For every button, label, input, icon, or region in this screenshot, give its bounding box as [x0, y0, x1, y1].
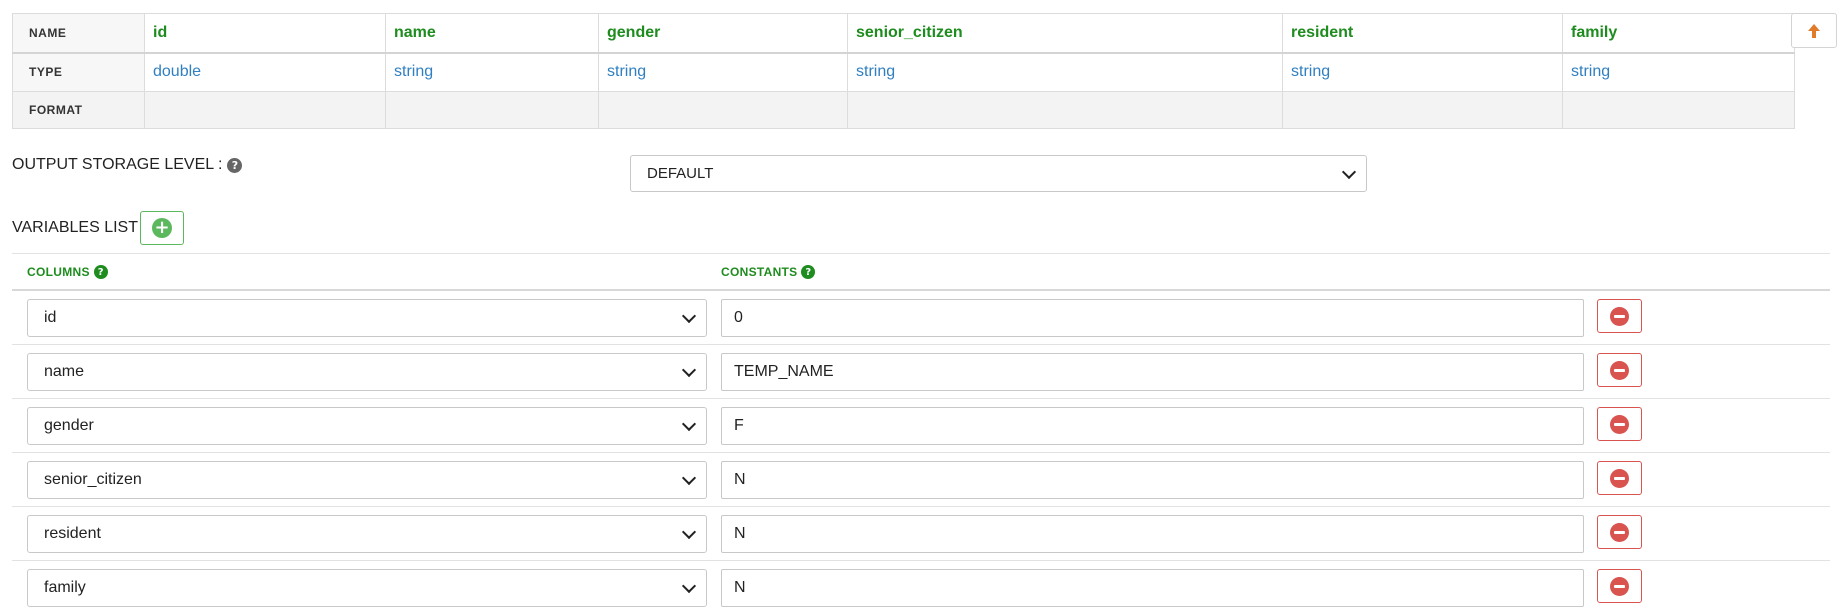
schema-column-format[interactable] — [1282, 91, 1563, 129]
schema-column-type: string — [598, 52, 848, 92]
schema-column-format[interactable] — [1562, 91, 1795, 129]
schema-column-format[interactable] — [847, 91, 1283, 129]
help-icon[interactable]: ? — [801, 265, 816, 279]
constant-input[interactable]: N — [721, 461, 1584, 499]
minus-circle-icon — [1610, 468, 1629, 488]
schema-column-format[interactable] — [598, 91, 848, 129]
remove-variable-button[interactable] — [1597, 461, 1642, 495]
scroll-top-button[interactable] — [1791, 13, 1837, 48]
schema-column-name: gender — [598, 13, 848, 54]
schema-column-type: string — [1562, 52, 1795, 92]
variables-table: COLUMNS ? CONSTANTS ? id 0 name TEMP_NAM… — [12, 253, 1830, 615]
remove-variable-button[interactable] — [1597, 569, 1642, 603]
column-select-value: senior_citizen — [44, 471, 142, 488]
column-select-value: resident — [44, 525, 101, 542]
chevron-down-icon — [1341, 164, 1357, 179]
chevron-down-icon — [681, 362, 697, 378]
chevron-down-icon — [681, 470, 697, 486]
remove-variable-button[interactable] — [1597, 407, 1642, 441]
variable-row: family N — [12, 561, 1830, 615]
constant-input[interactable]: TEMP_NAME — [721, 353, 1584, 391]
variables-table-header: COLUMNS ? CONSTANTS ? — [12, 253, 1830, 291]
schema-column-name: id — [144, 13, 386, 54]
minus-circle-icon — [1610, 306, 1629, 326]
remove-variable-button[interactable] — [1597, 515, 1642, 549]
storage-level-label: OUTPUT STORAGE LEVEL : ? — [12, 156, 243, 174]
columns-header-text: COLUMNS — [27, 265, 90, 279]
arrow-up-icon — [1808, 23, 1820, 38]
column-select[interactable]: gender — [27, 407, 707, 445]
storage-level-text: OUTPUT STORAGE LEVEL : — [12, 156, 223, 173]
schema-column-type: double — [144, 52, 386, 92]
schema-column-format[interactable] — [144, 91, 386, 129]
add-variable-button[interactable]: + — [140, 211, 184, 245]
variable-row: gender F — [12, 399, 1830, 453]
column-select-value: name — [44, 363, 85, 380]
columns-header: COLUMNS ? — [27, 265, 108, 279]
constant-input[interactable]: N — [721, 515, 1584, 553]
schema-column-name: family — [1562, 13, 1795, 54]
schema-format-label: FORMAT — [12, 91, 145, 129]
chevron-down-icon — [681, 416, 697, 432]
schema-column-type: string — [385, 52, 599, 92]
constant-input[interactable]: F — [721, 407, 1584, 445]
constants-header-text: CONSTANTS — [721, 265, 798, 279]
storage-level-value: DEFAULT — [647, 165, 714, 182]
schema-table: NAME id name gender senior_citizen resid… — [12, 13, 1795, 129]
chevron-down-icon — [681, 578, 697, 594]
chevron-down-icon — [681, 524, 697, 540]
minus-circle-icon — [1610, 522, 1629, 542]
schema-format-row: FORMAT — [12, 91, 1795, 129]
help-icon[interactable]: ? — [93, 265, 108, 279]
schema-name-row: NAME id name gender senior_citizen resid… — [12, 13, 1795, 54]
column-select[interactable]: name — [27, 353, 707, 391]
schema-column-name: name — [385, 13, 599, 54]
column-select-value: id — [44, 309, 57, 326]
plus-circle-icon: + — [152, 218, 172, 238]
schema-column-type: string — [1282, 52, 1563, 92]
variables-list-label: VARIABLES LIST : — [12, 219, 147, 236]
constant-input[interactable]: 0 — [721, 299, 1584, 337]
schema-column-name: senior_citizen — [847, 13, 1283, 54]
help-icon[interactable]: ? — [227, 157, 243, 173]
variable-row: senior_citizen N — [12, 453, 1830, 507]
schema-type-label: TYPE — [12, 52, 145, 92]
minus-circle-icon — [1610, 414, 1629, 434]
schema-type-row: TYPE double string string string string … — [12, 52, 1795, 92]
column-select[interactable]: id — [27, 299, 707, 337]
remove-variable-button[interactable] — [1597, 299, 1642, 333]
schema-column-type: string — [847, 52, 1283, 92]
constant-input[interactable]: N — [721, 569, 1584, 607]
variable-row: id 0 — [12, 291, 1830, 345]
column-select-value: family — [44, 579, 86, 596]
constants-header: CONSTANTS ? — [721, 265, 816, 279]
column-select[interactable]: resident — [27, 515, 707, 553]
variable-row: name TEMP_NAME — [12, 345, 1830, 399]
storage-level-select[interactable]: DEFAULT — [630, 155, 1367, 192]
schema-column-name: resident — [1282, 13, 1563, 54]
minus-circle-icon — [1610, 360, 1629, 380]
schema-name-label: NAME — [12, 13, 145, 54]
column-select[interactable]: senior_citizen — [27, 461, 707, 499]
column-select-value: gender — [44, 417, 94, 434]
variable-row: resident N — [12, 507, 1830, 561]
column-select[interactable]: family — [27, 569, 707, 607]
minus-circle-icon — [1610, 576, 1629, 596]
remove-variable-button[interactable] — [1597, 353, 1642, 387]
chevron-down-icon — [681, 308, 697, 324]
schema-column-format[interactable] — [385, 91, 599, 129]
